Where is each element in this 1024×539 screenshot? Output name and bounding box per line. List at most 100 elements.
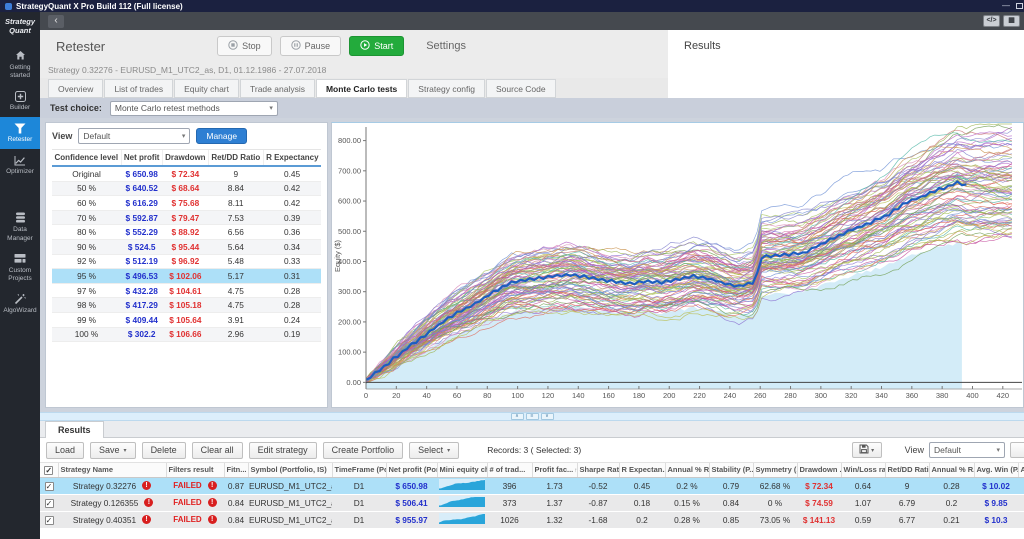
sidebar-item-data-manager[interactable]: Data Manager <box>0 207 40 247</box>
clear-all-button[interactable]: Clear all <box>192 442 243 459</box>
save-button[interactable]: Save▾ <box>90 442 136 459</box>
sidebar-item-builder[interactable]: Builder <box>0 85 40 117</box>
results-col-avg-win-p[interactable]: Avg. Win (P... <box>974 463 1018 478</box>
select-button[interactable]: Select▾ <box>409 442 459 459</box>
results-col-win-loss-ra[interactable]: Win/Loss ra... <box>841 463 885 478</box>
splitter-collapse-down-button[interactable]: ∨ <box>541 413 554 420</box>
pause-button[interactable]: Pause <box>280 36 342 56</box>
save-results-button[interactable]: ▾ <box>852 442 882 458</box>
edit-strategy-button[interactable]: Edit strategy <box>249 442 317 459</box>
confidence-row[interactable]: 80 %$ 552.29$ 88.926.560.36 <box>52 225 321 240</box>
strategy-row[interactable]: ✓Strategy 0.32276!FAILED!0.87EURUSD_M1_U… <box>40 477 1024 494</box>
tab-strategy-config[interactable]: Strategy config <box>408 79 485 98</box>
row-checkbox[interactable]: ✓ <box>45 482 54 491</box>
view-select[interactable]: Default ▾ <box>78 128 190 144</box>
tab-overview[interactable]: Overview <box>48 79 103 98</box>
strategy-row[interactable]: ✓Strategy 0.40351!FAILED!0.84EURUSD_M1_U… <box>40 511 1024 528</box>
grid-view-icon[interactable]: ▦ <box>1003 15 1020 27</box>
splitter-collapse-up-button[interactable]: ∧ <box>511 413 524 420</box>
cell-avg_win: $ 9.85 <box>974 494 1018 511</box>
x-tick-label: 280 <box>784 391 797 400</box>
results-col-ret-dd-rati[interactable]: Ret/DD Rati... <box>885 463 929 478</box>
tab-monte-carlo-tests[interactable]: Monte Carlo tests <box>316 79 407 98</box>
results-col-sharpe-rati[interactable]: Sharpe Rati... <box>577 463 619 478</box>
confidence-row[interactable]: 70 %$ 592.87$ 79.477.530.39 <box>52 210 321 225</box>
results-col-r-expectan[interactable]: R Expectan... <box>619 463 665 478</box>
clipped-toolbar-button[interactable] <box>1010 442 1024 458</box>
mc-col-drawdown[interactable]: Drawdown <box>162 150 208 167</box>
mc-cell-ratio: 4.75 <box>208 283 263 298</box>
results-col-symbol-portfolio-is[interactable]: Symbol (Portfolio, IS) <box>248 463 332 478</box>
delete-button[interactable]: Delete <box>142 442 186 459</box>
confidence-row[interactable]: 60 %$ 616.29$ 75.688.110.42 <box>52 196 321 211</box>
confidence-row[interactable]: 50 %$ 640.52$ 68.648.840.42 <box>52 181 321 196</box>
tab-results[interactable]: Results <box>45 421 104 438</box>
tab-equity-chart[interactable]: Equity chart <box>174 79 239 98</box>
mc-col-confidence-level[interactable]: Confidence level <box>52 150 121 167</box>
cell-drawdown: $ 74.59 <box>797 494 841 511</box>
results-col-avg[interactable]: Avg <box>1018 463 1024 478</box>
results-col-strategy-name[interactable]: Strategy Name <box>58 463 166 478</box>
select-all-checkbox[interactable]: ✓ <box>44 466 53 475</box>
create-portfolio-button[interactable]: Create Portfolio <box>323 442 404 459</box>
sidebar-item-getting-started[interactable]: Getting started <box>0 45 40 85</box>
row-checkbox[interactable]: ✓ <box>45 516 54 525</box>
results-col-stability-p[interactable]: Stability (P... <box>709 463 753 478</box>
panel-splitter[interactable]: ∧ ≡ ∨ <box>40 412 1024 421</box>
load-button[interactable]: Load <box>46 442 84 459</box>
start-button[interactable]: Start <box>349 36 404 56</box>
results-col-annual-r[interactable]: Annual % R... <box>665 463 709 478</box>
maximize-icon[interactable] <box>1016 3 1023 9</box>
tab-list-of-trades[interactable]: List of trades <box>104 79 173 98</box>
settings-section-label[interactable]: Settings <box>426 40 466 52</box>
confidence-row[interactable]: 90 %$ 524.5$ 95.445.640.34 <box>52 239 321 254</box>
results-col-drawdown[interactable]: Drawdown ... <box>797 463 841 478</box>
sidebar-item-optimizer[interactable]: Optimizer <box>0 149 40 181</box>
confidence-row[interactable]: 98 %$ 417.29$ 105.184.750.28 <box>52 298 321 313</box>
confidence-row[interactable]: 95 %$ 496.53$ 102.065.170.31 <box>52 269 321 284</box>
results-col-net-profit-port[interactable]: Net profit (Port... <box>386 463 437 478</box>
confidence-row[interactable]: 99 %$ 409.44$ 105.643.910.24 <box>52 312 321 327</box>
equity-chart-panel[interactable]: 0.00100.00200.00300.00400.00500.00600.00… <box>331 122 1024 408</box>
results-col-mini-equity-cha[interactable]: Mini equity cha... <box>437 463 487 478</box>
manage-button[interactable]: Manage <box>196 128 247 144</box>
sidebar-item-retester[interactable]: Retester <box>0 117 40 149</box>
minimize-icon[interactable]: — <box>1002 2 1010 10</box>
results-col-symmetry[interactable]: Symmetry (... <box>753 463 797 478</box>
results-col-annual-r[interactable]: Annual % R... <box>929 463 974 478</box>
results-col-timeframe-po[interactable]: TimeFrame (Po... <box>332 463 386 478</box>
alert-icon: ! <box>208 498 217 507</box>
projects-icon <box>1 253 39 265</box>
cell-trades: 396 <box>487 477 532 494</box>
results-col-filters-result[interactable]: Filters result <box>166 463 224 478</box>
monte-carlo-equity-chart[interactable]: 0.00100.00200.00300.00400.00500.00600.00… <box>332 123 1023 407</box>
row-checkbox[interactable]: ✓ <box>45 499 54 508</box>
cell-win_loss: 1.07 <box>841 494 885 511</box>
back-button[interactable]: ‹ <box>48 15 64 28</box>
cell-win_loss: 0.59 <box>841 511 885 528</box>
mc-col-ret-dd-ratio[interactable]: Ret/DD Ratio <box>208 150 263 167</box>
tab-source-code[interactable]: Source Code <box>486 79 556 98</box>
splitter-reset-button[interactable]: ≡ <box>526 413 539 420</box>
wand-icon <box>1 293 39 305</box>
confidence-row[interactable]: 97 %$ 432.28$ 104.614.750.28 <box>52 283 321 298</box>
bottom-view-select[interactable]: Default ▾ <box>929 442 1005 458</box>
results-col-profit-fac[interactable]: Profit fac...↑1 <box>532 463 577 478</box>
results-col-fitn[interactable]: Fitn... <box>224 463 248 478</box>
results-col-of-trad[interactable]: # of trad... <box>487 463 532 478</box>
tab-trade-analysis[interactable]: Trade analysis <box>240 79 315 98</box>
sidebar-item-algowizard[interactable]: AlgoWizard <box>0 288 40 320</box>
results-section-label[interactable]: Results <box>684 40 721 52</box>
confidence-row[interactable]: Original$ 650.98$ 72.3490.45 <box>52 166 321 181</box>
sidebar-item-custom-projects[interactable]: Custom Projects <box>0 248 40 288</box>
stop-button[interactable]: Stop <box>217 36 272 56</box>
confidence-row[interactable]: 92 %$ 512.19$ 96.925.480.33 <box>52 254 321 269</box>
confidence-row[interactable]: 100 %$ 302.2$ 106.662.960.19 <box>52 327 321 342</box>
results-col-checkbox[interactable]: ✓ <box>40 463 58 478</box>
mc-cell-expectancy: 0.31 <box>263 269 321 284</box>
mc-col-r-expectancy[interactable]: R Expectancy <box>263 150 321 167</box>
code-view-icon[interactable]: </> <box>983 15 1000 27</box>
test-choice-select[interactable]: Monte Carlo retest methods ▾ <box>110 101 278 116</box>
mc-col-net-profit[interactable]: Net profit <box>121 150 162 167</box>
strategy-row[interactable]: ✓Strategy 0.126355!FAILED!0.84EURUSD_M1_… <box>40 494 1024 511</box>
